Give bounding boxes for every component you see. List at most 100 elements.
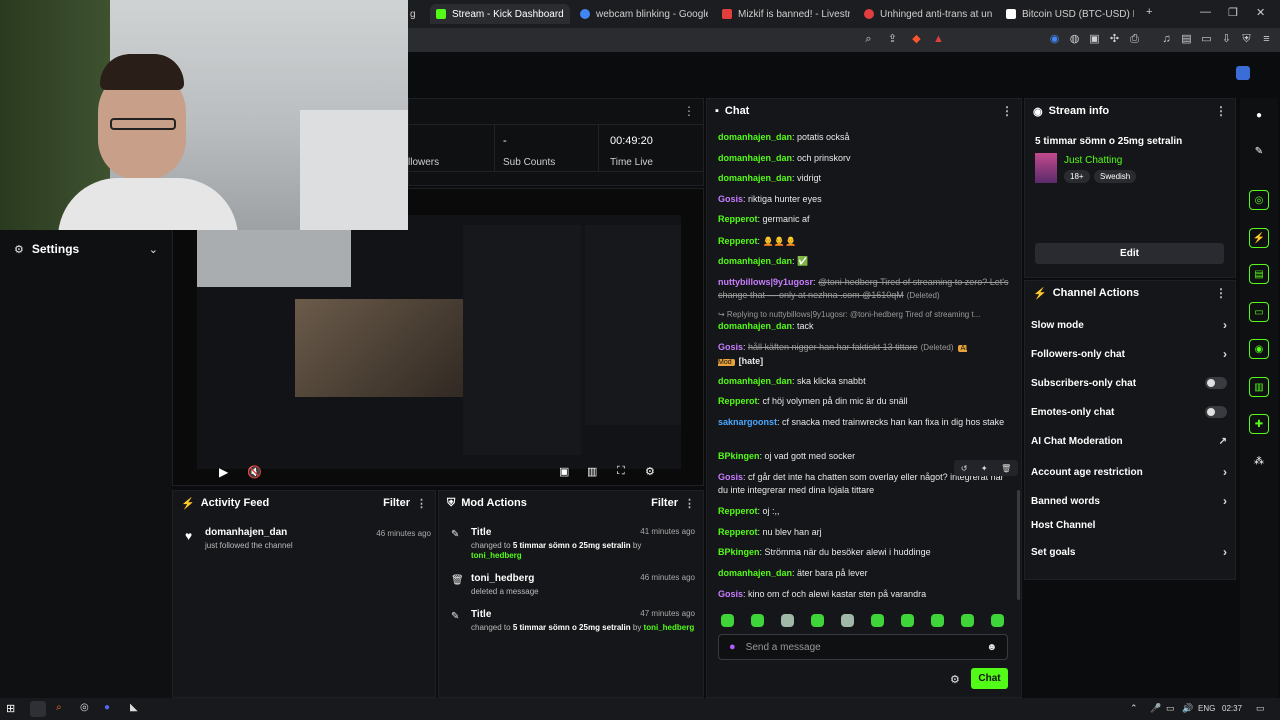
chat-username[interactable]: domanhajen_dan	[718, 568, 792, 578]
activity-user[interactable]: domanhajen_dan	[205, 527, 287, 538]
maximize-icon[interactable]: ❐	[1228, 6, 1238, 19]
tab-google[interactable]: webcam blinking - Google Sea	[574, 4, 708, 24]
emote-icon[interactable]	[871, 614, 884, 627]
tab-unhinged[interactable]: Unhinged anti-trans at unf$%	[858, 4, 992, 24]
reply-icon[interactable]: ↺	[961, 464, 968, 473]
chat-message[interactable]: nuttybillows|9y1ugosr: @toni-hedberg Tir…	[718, 276, 1010, 302]
media-icon[interactable]: ♫	[1160, 33, 1173, 46]
pip-icon[interactable]: ▣	[559, 465, 569, 478]
extension-icon[interactable]: ◉	[1048, 33, 1061, 46]
chat-username[interactable]: Repperot	[718, 527, 758, 537]
broadcast-icon[interactable]: ◉	[1249, 339, 1269, 359]
chat-scrollbar[interactable]	[1017, 490, 1020, 600]
chat-username[interactable]: domanhajen_dan	[718, 173, 792, 183]
notification-icon[interactable]: ▭	[1256, 703, 1265, 714]
windows-start-icon[interactable]: ⊞	[6, 702, 15, 715]
download-icon[interactable]: ⇩	[1220, 33, 1233, 46]
emote-icon[interactable]	[751, 614, 764, 627]
chat-username[interactable]: Gosis	[718, 589, 743, 599]
chevron-right-icon[interactable]: ›	[1223, 545, 1227, 559]
chat-message[interactable]: domanhajen_dan: äter bara på lever	[718, 567, 1010, 580]
stream-preview[interactable]: ▶ 🔇 ▣ ▥ ⛶ ⚙	[172, 188, 704, 486]
more-icon[interactable]: ⋮	[1215, 286, 1227, 300]
player-settings-icon[interactable]: ⚙	[645, 465, 655, 478]
camera-icon[interactable]: ◎	[1249, 190, 1269, 210]
chat-message[interactable]: saknargoonst: cf snacka med trainwrecks …	[718, 416, 1010, 429]
mod-action-user[interactable]: toni_hedberg	[644, 623, 695, 632]
chevron-right-icon[interactable]: ›	[1223, 318, 1227, 332]
chat-username[interactable]: Repperot	[718, 214, 758, 224]
tray-chevron-icon[interactable]: ⌃	[1130, 703, 1138, 714]
pencil-icon[interactable]: ✎	[1249, 141, 1269, 161]
wrench-icon[interactable]: ✚	[1249, 414, 1269, 434]
language-indicator[interactable]: ENG	[1198, 704, 1215, 713]
chat-username[interactable]: domanhajen_dan	[718, 321, 792, 331]
brave-shield-icon[interactable]: ◆	[910, 33, 923, 46]
channel-action-item[interactable]: AI Chat Moderation ↗	[1031, 436, 1227, 447]
obs-icon[interactable]: ◎	[80, 702, 89, 713]
chat-username[interactable]: domanhajen_dan	[718, 153, 792, 163]
mute-icon[interactable]: 🔇	[247, 465, 262, 479]
tab-livestreamfails[interactable]: Mizkif is banned! - LivestreamF	[716, 4, 850, 24]
mod-filter-button[interactable]: Filter	[651, 497, 678, 509]
chevron-right-icon[interactable]: ›	[1223, 465, 1227, 479]
chat-username[interactable]: Gosis	[718, 472, 743, 482]
channel-action-item[interactable]: Banned words ›	[1031, 494, 1227, 508]
chat-username[interactable]: nuttybillows|9y1ugosr	[718, 277, 813, 287]
chat-message[interactable]: domanhajen_dan: vidrigt	[718, 172, 1010, 185]
activity-filter-button[interactable]: Filter	[383, 497, 410, 509]
chat-message[interactable]: domanhajen_dan: ✅	[718, 255, 1010, 268]
send-chat-button[interactable]: Chat	[971, 668, 1008, 689]
chat-tool-icon[interactable]: ▭	[1249, 302, 1269, 322]
emote-icon[interactable]	[961, 614, 974, 627]
network-icon[interactable]: ▭	[1166, 703, 1175, 714]
zoom-icon[interactable]: ⌕	[862, 33, 875, 46]
extension-badge-icon[interactable]	[1236, 66, 1250, 80]
mic-tray-icon[interactable]: 🎤	[1150, 703, 1161, 714]
chevron-right-icon[interactable]: ›	[1223, 494, 1227, 508]
chat-username[interactable]: BPkingen	[718, 451, 760, 461]
channel-action-item[interactable]: Followers-only chat ›	[1031, 347, 1227, 361]
channel-action-item[interactable]: Set goals ›	[1031, 545, 1227, 559]
document-icon[interactable]: ▤	[1249, 264, 1269, 284]
fullscreen-icon[interactable]: ⛶	[617, 465, 625, 478]
chevron-down-icon[interactable]: ⌄	[149, 243, 158, 256]
puzzle-icon[interactable]: ✣	[1108, 33, 1121, 46]
chat-message[interactable]: Repperot: nu blev han arj	[718, 526, 1010, 539]
taskbar-app-icon[interactable]: ◣	[130, 702, 138, 713]
emote-icon[interactable]	[991, 614, 1004, 627]
channel-action-item[interactable]: Host Channel	[1031, 520, 1227, 531]
category-link[interactable]: Just Chatting	[1064, 155, 1122, 166]
brave-rewards-icon[interactable]: ▲	[932, 33, 945, 46]
emote-icon[interactable]	[901, 614, 914, 627]
toggle-switch[interactable]	[1205, 377, 1227, 389]
volume-icon[interactable]: 🔊	[1182, 703, 1193, 714]
taskbar-app-icon[interactable]	[30, 701, 46, 717]
info-icon[interactable]: ●	[1249, 105, 1269, 125]
external-link-icon[interactable]: ↗	[1219, 436, 1227, 447]
chat-message[interactable]: Repperot: oj :,,	[718, 505, 1010, 518]
more-icon[interactable]: ⋮	[1215, 104, 1227, 118]
chat-message[interactable]: domanhajen_dan: potatis också	[718, 131, 1010, 144]
mic-icon[interactable]: ●	[729, 641, 736, 653]
clock[interactable]: 02:37	[1222, 704, 1242, 713]
chat-message[interactable]: Gosis: riktiga hunter eyes	[718, 193, 1010, 206]
emote-icon[interactable]	[721, 614, 734, 627]
more-icon[interactable]: ⋮	[1001, 104, 1013, 118]
edit-stream-info-button[interactable]: Edit	[1035, 243, 1224, 264]
chat-settings-icon[interactable]: ⚙	[950, 673, 960, 686]
chat-username[interactable]: BPkingen	[718, 547, 760, 557]
share-icon[interactable]: ⇪	[886, 33, 899, 46]
mod-action-title[interactable]: toni_hedberg	[471, 573, 534, 584]
chat-message[interactable]: BPkingen: Strömma när du besöker alewi i…	[718, 546, 1010, 559]
discord-icon[interactable]: ●	[104, 702, 110, 713]
chat-message[interactable]: Repperot: germanic af	[718, 213, 1010, 226]
emote-icon[interactable]	[841, 614, 854, 627]
chat-message[interactable]: domanhajen_dan: tack	[718, 320, 1010, 333]
sidebar-icon[interactable]: ▤	[1180, 33, 1193, 46]
channel-action-item[interactable]: Slow mode ›	[1031, 318, 1227, 332]
screenshot-icon[interactable]: ⎙	[1128, 33, 1141, 46]
window-close-icon[interactable]: ✕	[1256, 6, 1265, 19]
chat-message[interactable]: Repperot: cf höj volymen på din mic är d…	[718, 395, 1010, 408]
channel-action-item[interactable]: Account age restriction ›	[1031, 465, 1227, 479]
